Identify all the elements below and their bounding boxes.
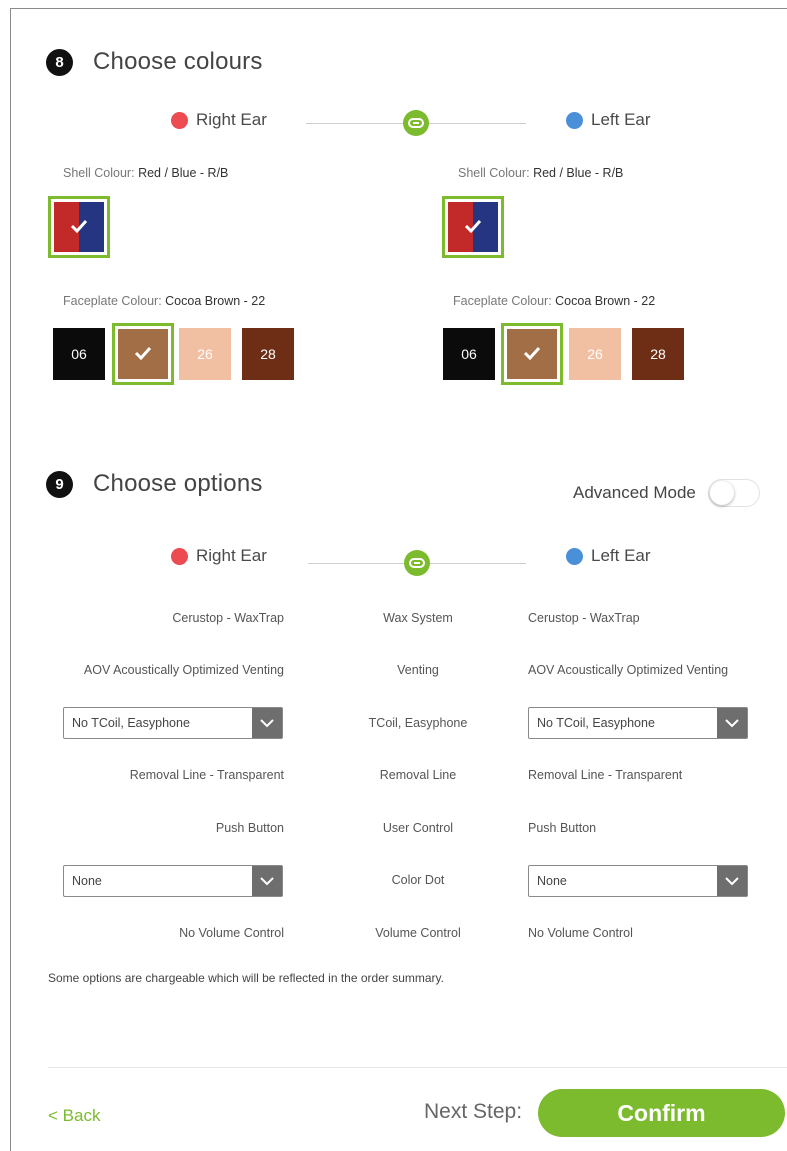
confirm-button[interactable]: Confirm — [538, 1089, 785, 1137]
chevron-down-icon — [252, 866, 282, 896]
advanced-mode-label: Advanced Mode — [573, 483, 696, 502]
right-removal-line-value: Removal Line - Transparent — [129, 768, 284, 782]
step-number-badge: 8 — [46, 48, 73, 76]
right-faceplate-swatch-06[interactable]: 06 — [53, 328, 105, 380]
color-dot-label: Color Dot — [391, 873, 445, 887]
left-user-control-value: Push Button — [528, 821, 597, 835]
left-volume-control-value: No Volume Control — [528, 926, 633, 940]
tcoil-label: TCoil, Easyphone — [368, 716, 468, 730]
right-ear-label: Right Ear — [196, 546, 267, 565]
right-faceplate-swatch-28[interactable]: 28 — [242, 328, 294, 380]
left-faceplate-swatch-selected[interactable] — [501, 323, 563, 385]
chevron-down-icon — [717, 708, 747, 738]
left-ear-heading: Left Ear — [566, 546, 651, 566]
options-step-header: 9 Choose options — [46, 470, 263, 498]
left-tcoil-select-value: No TCoil, Easyphone — [537, 716, 655, 730]
left-faceplate-swatch-26[interactable]: 26 — [569, 328, 621, 380]
check-icon — [70, 218, 88, 237]
left-wax-system-value: Cerustop - WaxTrap — [528, 611, 640, 625]
colours-step-header: 8 Choose colours — [46, 48, 263, 76]
footer-divider — [48, 1067, 787, 1068]
left-faceplate-swatch-28[interactable]: 28 — [632, 328, 684, 380]
right-wax-system-value: Cerustop - WaxTrap — [172, 611, 284, 625]
link-icon — [408, 118, 424, 128]
left-ear-dot-icon — [566, 111, 583, 129]
check-icon — [134, 345, 152, 364]
volume-control-label: Volume Control — [375, 926, 461, 940]
left-ear-label: Left Ear — [591, 110, 651, 129]
user-control-label: User Control — [382, 821, 454, 835]
right-venting-value: AOV Acoustically Optimized Venting — [83, 663, 284, 677]
right-ear-dot-icon — [171, 111, 188, 129]
left-ear-heading: Left Ear — [566, 110, 651, 130]
chevron-down-icon — [252, 708, 282, 738]
check-icon — [464, 218, 482, 237]
right-color-dot-select-value: None — [72, 874, 102, 888]
right-shell-swatch-selected[interactable] — [48, 196, 110, 258]
left-color-dot-select-value: None — [537, 874, 567, 888]
wax-system-label: Wax System — [383, 611, 453, 625]
link-ears-button[interactable] — [403, 110, 429, 136]
check-icon — [523, 345, 541, 364]
next-step-label: Next Step: — [424, 1100, 523, 1123]
colours-title: Choose colours — [93, 48, 263, 75]
link-ears-button[interactable] — [404, 550, 430, 576]
left-ear-label: Left Ear — [591, 546, 651, 565]
venting-label: Venting — [397, 663, 439, 677]
advanced-mode-toggle[interactable] — [707, 479, 760, 507]
left-shell-swatch-selected[interactable] — [442, 196, 504, 258]
right-ear-label: Right Ear — [196, 110, 267, 129]
right-ear-dot-icon — [171, 547, 188, 565]
back-link[interactable]: < Back — [48, 1106, 100, 1126]
right-ear-heading: Right Ear — [171, 110, 267, 130]
left-shell-colour-label: Shell Colour: Red / Blue - R/B — [458, 166, 624, 180]
step-number-badge: 9 — [46, 470, 73, 498]
left-removal-line-value: Removal Line - Transparent — [528, 768, 683, 782]
left-tcoil-select[interactable]: No TCoil, Easyphone — [528, 707, 748, 739]
right-faceplate-swatch-26[interactable]: 26 — [179, 328, 231, 380]
options-title: Choose options — [93, 470, 263, 497]
left-ear-dot-icon — [566, 547, 583, 565]
right-volume-control-value: No Volume Control — [179, 926, 284, 940]
removal-line-label: Removal Line — [379, 768, 457, 782]
link-icon — [409, 558, 425, 568]
right-faceplate-swatch-selected[interactable] — [112, 323, 174, 385]
right-user-control-value: Push Button — [215, 821, 284, 835]
right-color-dot-select[interactable]: None — [63, 865, 283, 897]
right-tcoil-select[interactable]: No TCoil, Easyphone — [63, 707, 283, 739]
left-color-dot-select[interactable]: None — [528, 865, 748, 897]
right-ear-heading: Right Ear — [171, 546, 267, 566]
right-tcoil-select-value: No TCoil, Easyphone — [72, 716, 190, 730]
toggle-knob — [709, 481, 734, 505]
options-ear-row: Right Ear Left Ear — [0, 544, 787, 576]
left-faceplate-swatch-06[interactable]: 06 — [443, 328, 495, 380]
right-shell-colour-label: Shell Colour: Red / Blue - R/B — [63, 166, 229, 180]
left-faceplate-colour-label: Faceplate Colour: Cocoa Brown - 22 — [453, 294, 656, 308]
colours-ear-row: Right Ear Left Ear — [0, 108, 787, 138]
advanced-mode: Advanced Mode — [573, 479, 760, 507]
chevron-down-icon — [717, 866, 747, 896]
left-venting-value: AOV Acoustically Optimized Venting — [528, 663, 729, 677]
chargeable-note: Some options are chargeable which will b… — [48, 971, 444, 985]
right-faceplate-colour-label: Faceplate Colour: Cocoa Brown - 22 — [63, 294, 266, 308]
